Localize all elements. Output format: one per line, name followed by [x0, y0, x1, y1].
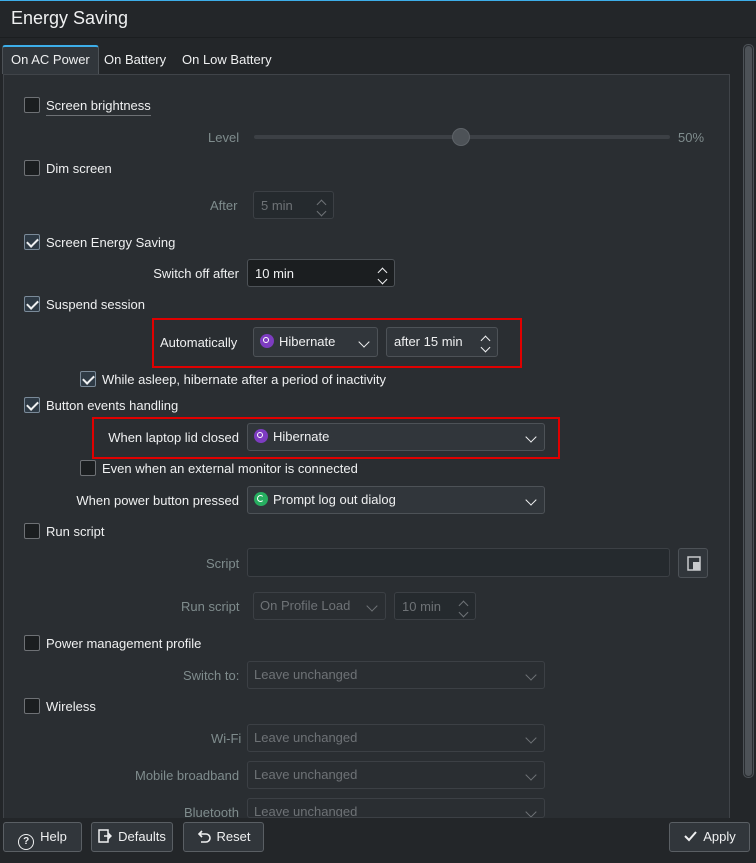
wireless-checkbox[interactable]: [24, 698, 40, 714]
help-button[interactable]: ? Help: [3, 822, 82, 852]
dim-screen-label[interactable]: Dim screen: [46, 161, 112, 176]
dim-after-value: 5 min: [261, 198, 293, 213]
folder-icon: [687, 556, 701, 571]
script-label: Script: [206, 556, 240, 571]
apply-button[interactable]: Apply: [669, 822, 750, 852]
chevron-down-icon: [358, 336, 370, 348]
power-button-combo[interactable]: Prompt log out dialog: [247, 486, 545, 514]
bluetooth-combo[interactable]: Leave unchanged: [247, 798, 545, 818]
chevron-down-icon: [525, 806, 537, 817]
wifi-label: Wi-Fi: [211, 731, 242, 746]
reset-label: Reset: [216, 829, 251, 844]
automatically-after-spinbox[interactable]: after 15 min: [386, 327, 498, 357]
undo-icon: [197, 830, 211, 843]
scrollbar-thumb[interactable]: [745, 46, 752, 776]
switch-off-after-label: Switch off after: [153, 266, 239, 281]
suspend-session-checkbox[interactable]: [24, 296, 40, 312]
external-monitor-label[interactable]: Even when an external monitor is connect…: [102, 461, 358, 476]
screen-energy-saving-label[interactable]: Screen Energy Saving: [46, 235, 175, 250]
hibernate-icon: [254, 429, 268, 443]
screen-brightness-label[interactable]: Screen brightness: [46, 98, 151, 116]
spin-down-icon[interactable]: [480, 342, 491, 353]
external-monitor-checkbox[interactable]: [80, 460, 96, 476]
window-top-border: [0, 0, 756, 1]
run-script-after-spinbox[interactable]: 10 min: [394, 592, 476, 620]
defaults-icon: [98, 829, 113, 843]
screen-brightness-checkbox[interactable]: [24, 97, 40, 113]
tab-on-ac-power[interactable]: On AC Power: [2, 45, 99, 74]
run-script-when-combo[interactable]: On Profile Load: [253, 592, 386, 620]
hibernate-icon: [260, 334, 274, 348]
run-script-checkbox[interactable]: [24, 523, 40, 539]
switch-to-value: Leave unchanged: [254, 667, 358, 682]
help-icon: ?: [18, 834, 35, 850]
wireless-label[interactable]: Wireless: [46, 699, 96, 714]
chevron-down-icon: [525, 494, 537, 506]
switch-off-after-value: 10 min: [255, 266, 295, 281]
chevron-down-icon: [525, 769, 537, 781]
suspend-session-label[interactable]: Suspend session: [46, 297, 145, 312]
chevron-down-icon: [525, 669, 537, 681]
mobile-broadband-label: Mobile broadband: [135, 768, 240, 783]
help-label: Help: [40, 829, 67, 844]
level-value: 50%: [678, 130, 705, 145]
reset-button[interactable]: Reset: [183, 822, 264, 852]
checkmark-icon: [684, 831, 697, 842]
tab-on-low-battery[interactable]: On Low Battery: [174, 45, 280, 74]
dim-after-spinbox[interactable]: 5 min: [253, 191, 334, 219]
chevron-down-icon: [366, 600, 378, 612]
title-separator: [0, 37, 756, 38]
power-button-value: Prompt log out dialog: [273, 492, 396, 507]
switch-to-combo[interactable]: Leave unchanged: [247, 661, 545, 689]
chevron-down-icon: [525, 732, 537, 744]
automatically-label: Automatically: [160, 335, 238, 350]
tab-on-battery[interactable]: On Battery: [96, 45, 174, 74]
level-label: Level: [208, 130, 240, 145]
bluetooth-value: Leave unchanged: [254, 804, 358, 818]
defaults-label: Defaults: [118, 829, 166, 844]
laptop-lid-label: When laptop lid closed: [108, 430, 239, 445]
defaults-button[interactable]: Defaults: [91, 822, 173, 852]
dim-screen-checkbox[interactable]: [24, 160, 40, 176]
brightness-slider-handle[interactable]: [452, 128, 470, 146]
automatically-action-combo[interactable]: Hibernate: [253, 327, 378, 357]
apply-label: Apply: [703, 829, 736, 844]
spin-down-icon[interactable]: [316, 206, 327, 217]
screen-energy-saving-checkbox[interactable]: [24, 234, 40, 250]
laptop-lid-combo[interactable]: Hibernate: [247, 423, 545, 451]
chevron-down-icon: [525, 431, 537, 443]
logout-icon: [254, 492, 268, 506]
laptop-lid-value: Hibernate: [273, 429, 330, 444]
hibernate-inactivity-label[interactable]: While asleep, hibernate after a period o…: [102, 372, 386, 387]
power-button-label: When power button pressed: [76, 493, 239, 508]
window-title: Energy Saving: [11, 8, 129, 28]
run-script-when-value: On Profile Load: [260, 598, 351, 613]
script-path-input[interactable]: [247, 548, 670, 577]
wifi-value: Leave unchanged: [254, 730, 358, 745]
mobile-broadband-value: Leave unchanged: [254, 767, 358, 782]
power-profile-checkbox[interactable]: [24, 635, 40, 651]
run-script-label[interactable]: Run script: [46, 524, 105, 539]
mobile-broadband-combo[interactable]: Leave unchanged: [247, 761, 545, 789]
hibernate-inactivity-checkbox[interactable]: [80, 371, 96, 387]
run-script-after-value: 10 min: [402, 599, 442, 614]
run-script-when-label: Run script: [181, 599, 240, 614]
button-events-label[interactable]: Button events handling: [46, 398, 178, 413]
open-file-button[interactable]: [678, 548, 708, 578]
switch-off-after-spinbox[interactable]: 10 min: [247, 259, 395, 287]
switch-to-label: Switch to:: [183, 668, 240, 683]
button-events-checkbox[interactable]: [24, 397, 40, 413]
power-profile-label[interactable]: Power management profile: [46, 636, 201, 651]
wifi-combo[interactable]: Leave unchanged: [247, 724, 545, 752]
automatically-after-value: after 15 min: [394, 334, 463, 349]
spin-down-icon[interactable]: [458, 607, 469, 618]
automatically-action-value: Hibernate: [279, 334, 336, 349]
dim-after-label: After: [210, 198, 238, 213]
spin-down-icon[interactable]: [377, 274, 388, 285]
